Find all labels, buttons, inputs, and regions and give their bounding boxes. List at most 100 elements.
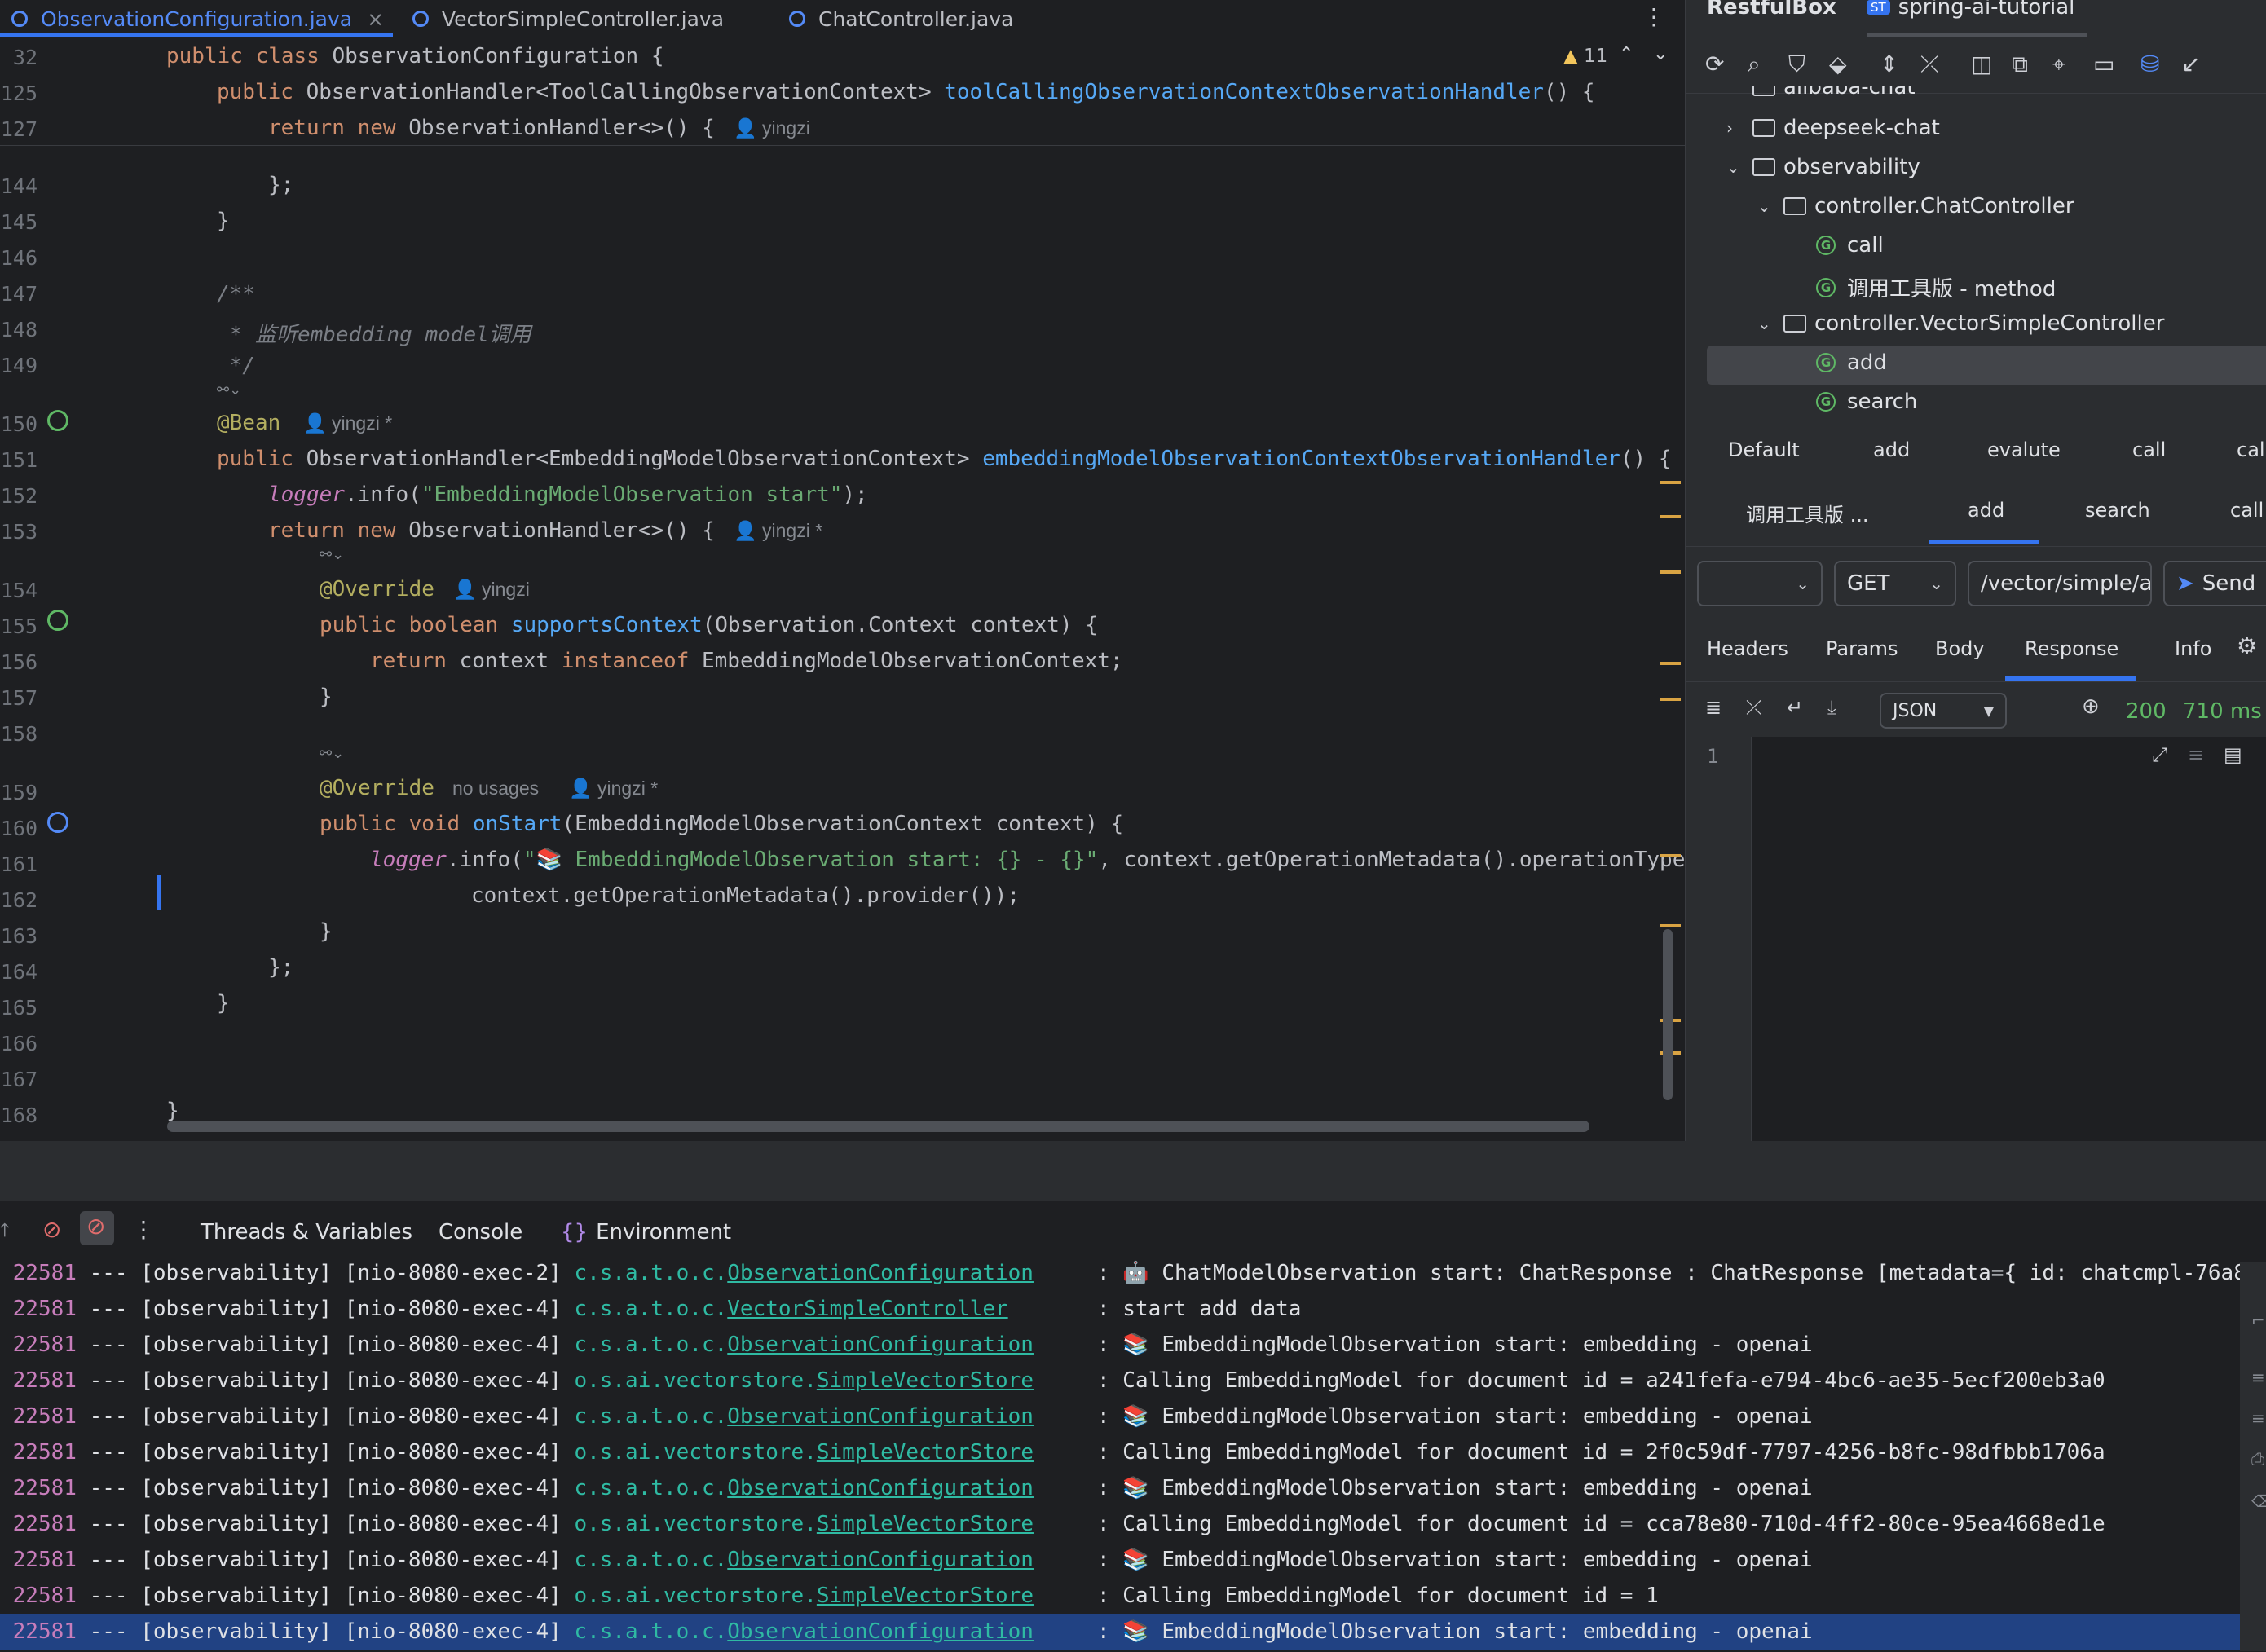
log-class-link[interactable]: ObservationConfiguration bbox=[727, 1404, 1034, 1429]
more-tabs-icon[interactable]: ⋮ bbox=[1642, 3, 1665, 30]
tab-console[interactable]: Console bbox=[439, 1220, 522, 1245]
code-line[interactable]: */ bbox=[217, 354, 255, 378]
code-line[interactable]: }; bbox=[268, 955, 293, 980]
detail-tab-body[interactable]: Body bbox=[1935, 637, 1985, 660]
tree-method-search[interactable]: Gsearch bbox=[1816, 390, 1917, 414]
request-tab-search[interactable]: search bbox=[2085, 499, 2150, 522]
tree-package-chat-controller[interactable]: ⌄ controller.ChatController bbox=[1757, 194, 2074, 218]
bean-gutter-icon[interactable] bbox=[47, 410, 68, 431]
log-class-link[interactable]: SimpleVectorStore bbox=[817, 1440, 1034, 1465]
scroll-marker[interactable] bbox=[1660, 570, 1681, 574]
inlay-hint-icon[interactable]: ⚯⌄ bbox=[320, 546, 344, 563]
code-line[interactable]: @Bean bbox=[217, 411, 280, 435]
reader-mode-icon[interactable]: ▤ bbox=[2224, 743, 2242, 766]
code-line[interactable]: context.getOperationMetadata().provider(… bbox=[471, 883, 1020, 908]
filter-icon[interactable]: ≡ bbox=[2251, 1408, 2265, 1428]
download-icon[interactable]: ⤓ bbox=[1827, 696, 1836, 719]
scroll-marker[interactable] bbox=[1660, 481, 1681, 484]
step-icon[interactable]: ⤒ bbox=[0, 1218, 10, 1243]
collapse-all-icon[interactable]: ⤫ bbox=[1920, 51, 1938, 78]
log-class-link[interactable]: ObservationConfiguration bbox=[727, 1476, 1034, 1500]
log-row[interactable]: 22581 --- [observability] [nio-8080-exec… bbox=[0, 1255, 2240, 1291]
search-icon[interactable]: ⌕ bbox=[1748, 51, 1761, 78]
inlay-hint-icon[interactable]: ⚯⌄ bbox=[217, 381, 241, 399]
scroll-marker[interactable] bbox=[1660, 924, 1681, 927]
log-class-link[interactable]: ObservationConfiguration bbox=[727, 1333, 1034, 1357]
locate-icon[interactable]: ⌖ bbox=[2052, 51, 2065, 78]
sticky-line[interactable]: public ObservationHandler<ToolCallingObs… bbox=[217, 80, 1595, 104]
import-icon[interactable]: ↙ bbox=[2181, 51, 2200, 77]
sticky-line[interactable]: public class ObservationConfiguration { bbox=[166, 44, 664, 68]
clear-icon[interactable]: ⌫ bbox=[2251, 1491, 2266, 1511]
environment-select[interactable]: ⌄ bbox=[1697, 561, 1823, 606]
log-class-link[interactable]: SimpleVectorStore bbox=[817, 1368, 1034, 1393]
request-tab-call-3[interactable]: call bbox=[2230, 499, 2264, 522]
code-line[interactable]: return new ObservationHandler<>() { bbox=[268, 518, 715, 543]
log-class-link[interactable]: SimpleVectorStore bbox=[817, 1512, 1034, 1536]
tree-folder-observability[interactable]: ⌄ observability bbox=[1726, 155, 1920, 179]
warnings-indicator[interactable]: ▲ 11 bbox=[1563, 46, 1607, 67]
request-tab-add[interactable]: add bbox=[1873, 438, 1910, 461]
request-tab-add-active[interactable]: add bbox=[1968, 499, 2004, 522]
log-class-link[interactable]: VectorSimpleController bbox=[727, 1297, 1007, 1321]
tree-folder-alibaba-chat[interactable]: alibaba-chat bbox=[1752, 86, 1916, 99]
code-line[interactable]: logger.info("EmbeddingModelObservation s… bbox=[268, 482, 868, 507]
request-tab-evalute[interactable]: evalute bbox=[1987, 438, 2061, 461]
log-class-link[interactable]: SimpleVectorStore bbox=[817, 1584, 1034, 1608]
vertical-scrollbar[interactable] bbox=[1663, 929, 1673, 1100]
log-class-link[interactable]: ObservationConfiguration bbox=[727, 1261, 1034, 1285]
tree-method-tool-call[interactable]: G 调用工具版 - method bbox=[1816, 272, 2056, 302]
code-line[interactable]: } bbox=[217, 209, 230, 233]
tree-package-vector-simple-controller[interactable]: ⌄ controller.VectorSimpleController bbox=[1757, 311, 2164, 336]
chevron-up-icon[interactable]: ⌃ bbox=[1619, 44, 1633, 64]
request-tab-call[interactable]: call bbox=[2132, 438, 2166, 461]
split-view-icon[interactable]: ◫ bbox=[1971, 51, 1992, 77]
log-row[interactable]: 22581 --- [observability] [nio-8080-exec… bbox=[0, 1470, 2240, 1506]
response-format-select[interactable]: JSON ▼ bbox=[1880, 693, 2007, 729]
log-class-link[interactable]: ObservationConfiguration bbox=[727, 1548, 1034, 1572]
view-breakpoints-icon[interactable]: ⊘ bbox=[42, 1216, 61, 1243]
database-icon[interactable]: ⛁ bbox=[2140, 51, 2159, 77]
code-line[interactable]: public boolean supportsContext(Observati… bbox=[320, 613, 1098, 637]
inlay-hint-icon[interactable]: ⚯⌄ bbox=[320, 745, 344, 762]
code-line[interactable]: } bbox=[320, 685, 333, 709]
close-icon[interactable]: × bbox=[367, 7, 384, 31]
url-input[interactable]: /vector/simple/add bbox=[1968, 561, 2152, 606]
settings-gear-icon[interactable]: ⚙ bbox=[2237, 632, 2257, 659]
override-gutter-icon[interactable] bbox=[47, 812, 68, 833]
log-row[interactable]: 22581 --- [observability] [nio-8080-exec… bbox=[0, 1578, 2240, 1614]
response-body[interactable] bbox=[1752, 737, 2266, 1141]
wrap-icon[interactable]: ↵ bbox=[1787, 696, 1803, 719]
collapse-icon[interactable]: ⤫ bbox=[1746, 696, 1761, 719]
code-line[interactable]: }; bbox=[268, 173, 293, 197]
request-tab-call-2[interactable]: call bbox=[2237, 438, 2266, 461]
scroll-marker[interactable] bbox=[1660, 662, 1681, 665]
code-line[interactable]: } bbox=[217, 991, 230, 1015]
window-icon[interactable]: ▭ bbox=[2093, 51, 2114, 77]
request-tab-default[interactable]: Default bbox=[1728, 438, 1800, 461]
detail-tab-info[interactable]: Info bbox=[2175, 637, 2211, 660]
log-class-link[interactable]: ObservationConfiguration bbox=[727, 1619, 1034, 1644]
code-line[interactable]: * 监听embedding model调用 bbox=[217, 318, 531, 348]
override-gutter-icon[interactable] bbox=[47, 610, 68, 631]
tab-chat-controller[interactable]: ChatController.java bbox=[789, 0, 1013, 37]
tree-method-call[interactable]: Gcall bbox=[1816, 233, 1884, 258]
log-row[interactable]: 22581 --- [observability] [nio-8080-exec… bbox=[0, 1291, 2240, 1327]
code-line[interactable]: @Override bbox=[320, 776, 434, 800]
project-selector[interactable]: ST spring-ai-tutorial bbox=[1867, 0, 2074, 20]
detail-tab-params[interactable]: Params bbox=[1826, 637, 1898, 660]
tab-environment[interactable]: {} Environment bbox=[561, 1220, 731, 1245]
detail-tab-response[interactable]: Response bbox=[2025, 637, 2118, 660]
log-row[interactable]: 22581 --- [observability] [nio-8080-exec… bbox=[0, 1542, 2240, 1578]
log-row[interactable]: 22581 --- [observability] [nio-8080-exec… bbox=[0, 1506, 2240, 1542]
code-line[interactable]: logger.info("📚 EmbeddingModelObservation… bbox=[370, 848, 1698, 872]
horizontal-scrollbar[interactable] bbox=[167, 1121, 1589, 1132]
code-line[interactable]: @Override bbox=[320, 577, 434, 601]
code-editor[interactable] bbox=[0, 0, 1685, 1141]
log-row[interactable]: 22581 --- [observability] [nio-8080-exec… bbox=[0, 1434, 2240, 1470]
log-row[interactable]: 22581 --- [observability] [nio-8080-exec… bbox=[0, 1614, 2240, 1650]
expand-icon[interactable]: ⤢ bbox=[2152, 743, 2167, 766]
scroll-marker[interactable] bbox=[1660, 515, 1681, 518]
code-line[interactable]: public void onStart(EmbeddingModelObserv… bbox=[320, 812, 1123, 836]
chevron-down-icon[interactable]: ⌄ bbox=[1653, 44, 1668, 64]
